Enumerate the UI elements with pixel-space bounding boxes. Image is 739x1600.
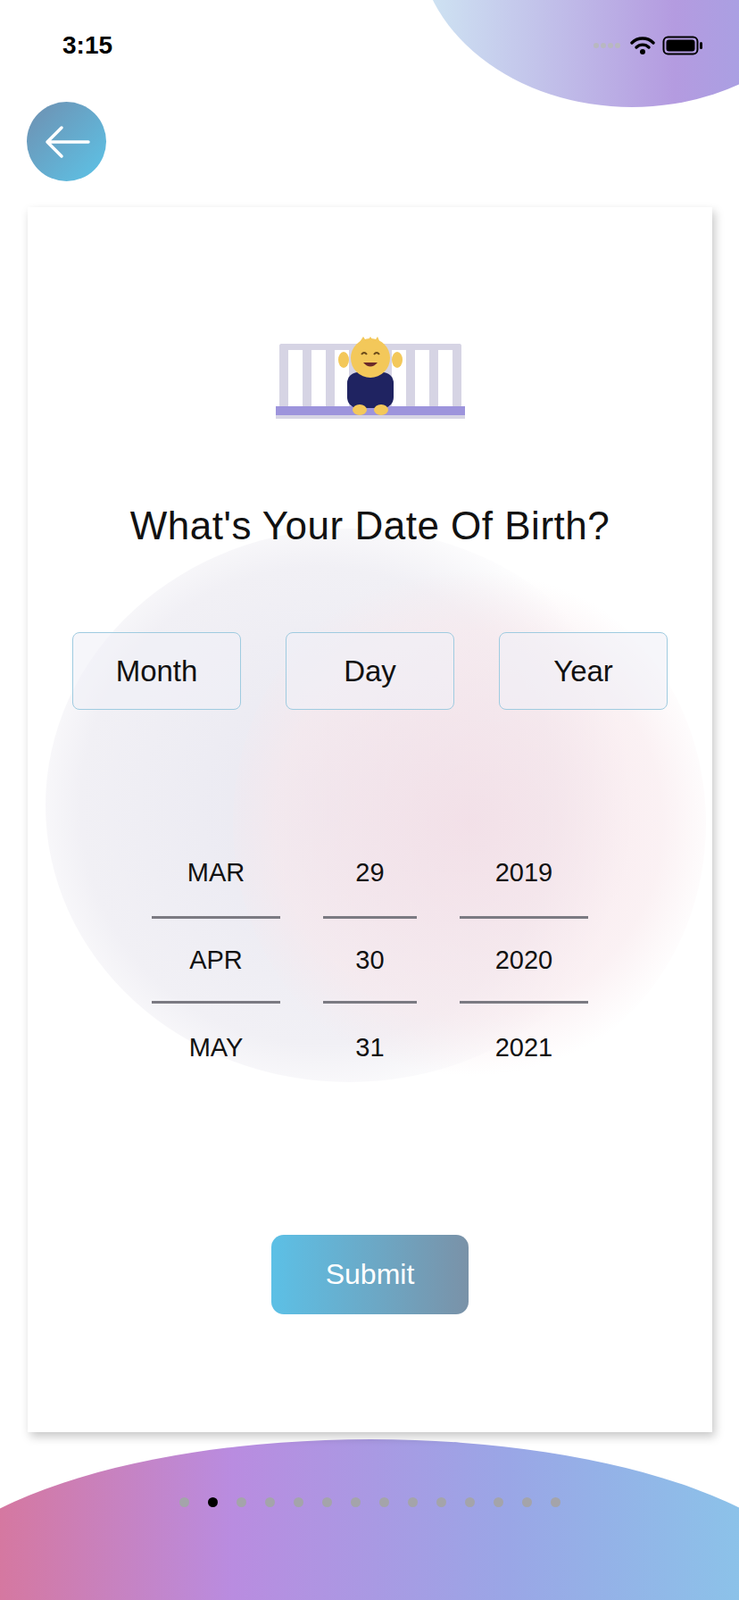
picker-item[interactable]: 2019: [459, 828, 589, 916]
status-bar: 3:15: [0, 26, 739, 65]
back-button[interactable]: [26, 101, 107, 182]
picker-item[interactable]: 2020: [459, 915, 589, 1004]
baby-crib-icon: [275, 336, 465, 419]
page-dot[interactable]: [407, 1496, 418, 1507]
date-fields: Month Day Year: [72, 631, 668, 710]
picker-column[interactable]: 201920202021: [459, 828, 589, 1091]
page-dot[interactable]: [379, 1496, 390, 1507]
page-dot[interactable]: [207, 1496, 218, 1507]
date-field[interactable]: Year: [498, 631, 668, 710]
page-dot[interactable]: [550, 1496, 561, 1507]
picker-item[interactable]: 29: [323, 828, 417, 916]
status-time: 3:15: [62, 31, 113, 60]
date-field[interactable]: Month: [72, 631, 241, 710]
wifi-icon: [630, 35, 656, 56]
page-dot[interactable]: [350, 1496, 361, 1507]
picker-item[interactable]: MAY: [151, 1003, 281, 1091]
battery-icon: [662, 35, 704, 56]
page-dot[interactable]: [464, 1496, 475, 1507]
page-dot[interactable]: [179, 1496, 190, 1507]
arrow-left-icon: [41, 124, 92, 160]
bottom-decoration: [0, 1438, 739, 1600]
page-dot[interactable]: [236, 1496, 247, 1507]
page-indicator: [0, 1496, 739, 1507]
picker-item[interactable]: 30: [323, 915, 417, 1004]
picker-item[interactable]: APR: [151, 915, 281, 1004]
picker-column[interactable]: MARAPRMAY: [151, 828, 281, 1091]
date-field[interactable]: Day: [285, 631, 455, 710]
card: What's Your Date Of Birth? MonthDayYear …: [27, 207, 713, 1432]
picker-item[interactable]: 2021: [459, 1003, 589, 1091]
signal-icon: [592, 40, 623, 51]
page-dot[interactable]: [322, 1496, 333, 1507]
page-dot[interactable]: [265, 1496, 275, 1507]
picker-item[interactable]: MAR: [151, 828, 281, 916]
date-picker[interactable]: MARAPRMAY 293031 201920202021: [151, 828, 589, 1091]
screen: 3:15 What's Your Date Of Birth? Month Day…: [0, 0, 739, 1600]
page-dot[interactable]: [436, 1496, 447, 1507]
submit-button[interactable]: Submit: [271, 1234, 469, 1314]
page-dot[interactable]: [493, 1496, 504, 1507]
page-dot[interactable]: [293, 1496, 304, 1507]
picker-column[interactable]: 293031: [323, 828, 417, 1091]
title: What's Your Date Of Birth?: [130, 500, 610, 551]
picker-item[interactable]: 31: [323, 1003, 417, 1091]
status-icons: [592, 35, 704, 56]
page-dot[interactable]: [522, 1496, 532, 1507]
